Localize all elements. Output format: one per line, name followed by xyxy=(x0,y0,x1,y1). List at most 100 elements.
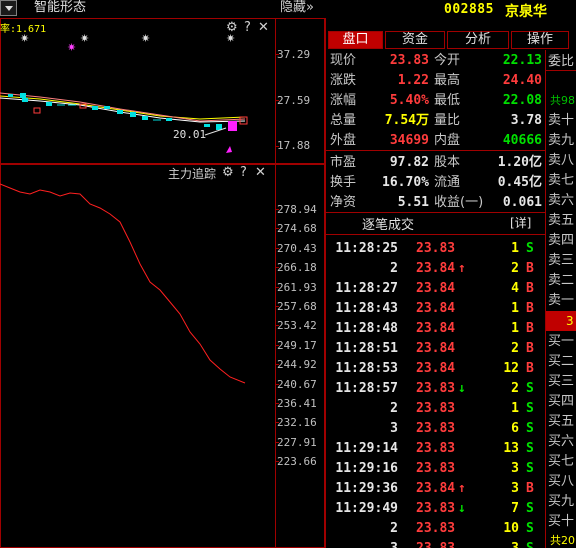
sell-level-label[interactable]: 卖五 xyxy=(548,211,574,231)
trade-time: 11:28:53 xyxy=(335,361,398,376)
trade-volume: 1 xyxy=(511,401,519,416)
quote-row: 换手 16.70% 流通 0.45亿 xyxy=(330,173,544,193)
sell-level-label[interactable]: 卖一 xyxy=(548,291,574,311)
main-force-axis-label: 261.93 xyxy=(277,280,317,294)
trade-side: B xyxy=(526,301,534,316)
pattern-tab-title[interactable]: 智能形态 xyxy=(34,0,86,16)
arrow-up-icon xyxy=(226,146,232,153)
quote-value: 16.70% xyxy=(382,175,429,190)
trade-volume: 2 xyxy=(511,341,519,356)
sell-level-label[interactable]: 卖六 xyxy=(548,191,574,211)
quote-divider xyxy=(326,150,545,151)
chevron-down-icon xyxy=(5,6,13,11)
quote-value: 1.22 xyxy=(397,73,429,88)
trade-price: 23.83 xyxy=(416,401,456,416)
trade-row: 11:29:36 23.84 ↑ 3 B xyxy=(326,479,545,499)
order-book-divider xyxy=(546,70,576,71)
quote-label: 最低 xyxy=(434,93,461,108)
trade-time: 11:29:49 xyxy=(335,501,398,516)
sell-level-label[interactable]: 卖二 xyxy=(548,271,574,291)
buy-level-label[interactable]: 买八 xyxy=(548,472,574,492)
axis-divider xyxy=(275,18,276,548)
tab-operation[interactable]: 操作 xyxy=(511,31,569,49)
current-price-level[interactable]: 3 xyxy=(546,311,576,331)
trades-divider xyxy=(326,234,545,235)
quote-row: 涨跌 1.22 最高 24.40 xyxy=(330,71,544,91)
buy-level-label[interactable]: 买三 xyxy=(548,372,574,392)
buy-level-label[interactable]: 买二 xyxy=(548,352,574,372)
trade-time: 11:28:48 xyxy=(335,321,398,336)
buy-level-label[interactable]: 买六 xyxy=(548,432,574,452)
trade-row: 11:28:51 23.84 2 B xyxy=(326,339,545,359)
quote-value: 3.78 xyxy=(510,113,542,128)
trade-time: 2 xyxy=(390,261,398,276)
tab-handicap[interactable]: 盘口 xyxy=(328,31,383,49)
sell-level-label[interactable]: 卖九 xyxy=(548,131,574,151)
buy-level-label[interactable]: 买七 xyxy=(548,452,574,472)
trade-row: 2 23.84 ↑ 2 B xyxy=(326,259,545,279)
trades-detail-link[interactable]: [详] xyxy=(510,214,531,231)
sell-level-label[interactable]: 卖四 xyxy=(548,231,574,251)
tick-trades-title: 逐笔成交 xyxy=(362,218,415,233)
main-force-chart xyxy=(0,183,246,384)
trade-row: 11:29:49 23.83 ↓ 7 S xyxy=(326,499,545,519)
main-force-axis-label: 236.41 xyxy=(277,397,317,410)
trade-side: S xyxy=(526,381,534,396)
trade-volume: 6 xyxy=(511,421,519,436)
main-force-axis-label: 270.43 xyxy=(277,241,317,255)
trade-side: S xyxy=(526,539,534,548)
buy-level-label[interactable]: 买五 xyxy=(548,412,574,432)
trade-volume: 4 xyxy=(511,281,519,296)
sell-level-label[interactable]: 卖八 xyxy=(548,151,574,171)
quote-row: 净资 5.51 收益(一) 0.061 xyxy=(330,193,544,213)
quote-value: 23.83 xyxy=(389,53,429,68)
quote-label: 涨幅 xyxy=(330,93,357,108)
trade-volume: 13 xyxy=(503,441,519,456)
trade-volume: 1 xyxy=(511,241,519,256)
trade-row: 11:28:27 23.84 4 B xyxy=(326,279,545,299)
trade-volume: 7 xyxy=(511,501,519,516)
sell-level-label[interactable]: 卖七 xyxy=(548,171,574,191)
buy-level-label[interactable]: 买九 xyxy=(548,492,574,512)
kline-axis-label: 37.29 xyxy=(277,48,311,61)
main-force-axis-label: 253.42 xyxy=(277,319,317,333)
buy-level-label[interactable]: 买四 xyxy=(548,392,574,412)
kline-chart: ✷ ✷ ✷ ✷ ✷ 20.01 xyxy=(0,32,248,153)
trade-price: 23.83 xyxy=(416,241,456,256)
trade-time: 3 xyxy=(390,539,398,548)
trade-price: 23.84 xyxy=(416,261,456,276)
trade-row: 323.833S xyxy=(326,539,545,548)
main-force-axis-label: 232.16 xyxy=(277,416,317,430)
buy-level-label[interactable]: 买十 xyxy=(548,512,574,532)
main-force-axis-label: 257.68 xyxy=(277,300,317,313)
trade-time: 11:29:36 xyxy=(335,481,398,496)
kline-axis-label: 27.59 xyxy=(277,94,311,107)
trade-side: S xyxy=(526,461,534,476)
quote-row: 总量 7.54万 量比 3.78 xyxy=(330,111,544,131)
main-force-axis-label: 278.94 xyxy=(277,203,317,216)
buy-level-label[interactable]: 买一 xyxy=(548,332,574,352)
trade-side: B xyxy=(526,341,534,356)
quote-value: 34699 xyxy=(389,133,429,148)
trade-row: 11:28:25 23.83 1 S xyxy=(326,239,545,259)
trade-side: S xyxy=(526,521,534,536)
kline-axis-label: 17.88 xyxy=(277,139,311,152)
sell-level-label[interactable]: 卖十 xyxy=(548,111,574,131)
candles xyxy=(8,93,248,131)
order-ratio-label: 委比 xyxy=(548,54,575,69)
hide-button[interactable]: 隐藏» xyxy=(280,0,314,16)
sell-level-label[interactable]: 卖三 xyxy=(548,251,574,271)
signal-star-icon: ✷ xyxy=(80,32,89,45)
tab-funds[interactable]: 资金 xyxy=(385,31,445,49)
trade-time: 3 xyxy=(390,421,398,436)
trade-side: S xyxy=(526,401,534,416)
trade-row: 3 23.83 6 S xyxy=(326,419,545,439)
dropdown-button[interactable] xyxy=(0,0,17,16)
low-marker-pointer xyxy=(204,127,227,136)
main-force-axis-label: 244.92 xyxy=(277,358,317,372)
quote-label: 市盈 xyxy=(330,155,357,170)
tab-analysis[interactable]: 分析 xyxy=(447,31,509,49)
trade-volume: 2 xyxy=(511,381,519,396)
quote-value: 1.20亿 xyxy=(497,155,542,170)
quote-label: 今开 xyxy=(434,53,461,68)
